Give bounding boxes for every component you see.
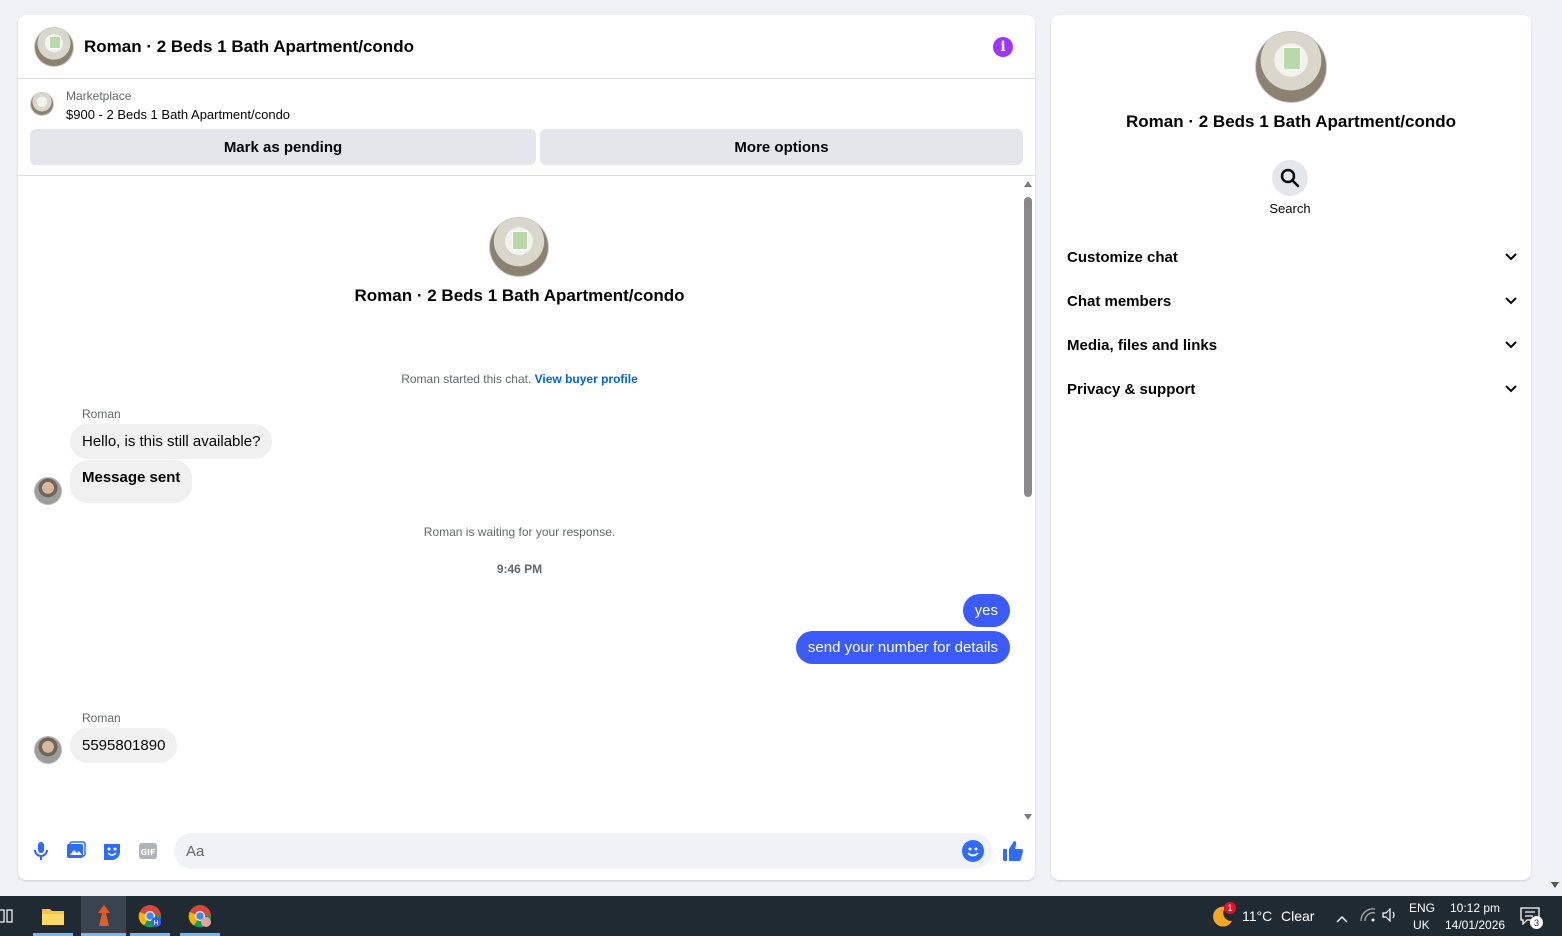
app-icon[interactable] xyxy=(81,896,126,936)
intro-title: Roman · 2 Beds 1 Bath Apartment/condo xyxy=(354,286,685,305)
listing-source: Marketplace xyxy=(66,89,132,103)
section-label: Privacy & support xyxy=(1067,380,1196,398)
section-label: Customize chat xyxy=(1067,248,1178,266)
section-privacy-support[interactable]: Privacy & support xyxy=(1067,369,1517,409)
incoming-message[interactable]: 5595801890 xyxy=(70,728,178,763)
chat-header: Roman · 2 Beds 1 Bath Apartment/condo i xyxy=(18,15,1035,79)
like-thumbs-up-icon[interactable] xyxy=(1002,840,1024,862)
sender-avatar[interactable] xyxy=(34,477,62,505)
weather-text: Clear xyxy=(1281,908,1315,924)
chevron-down-icon xyxy=(1505,341,1517,349)
chrome-icon[interactable] xyxy=(180,896,220,936)
chevron-down-icon xyxy=(1505,253,1517,261)
chrome-icon[interactable]: H xyxy=(130,896,170,936)
chat-window: Roman · 2 Beds 1 Bath Apartment/condo i … xyxy=(18,15,1035,880)
panel-avatar[interactable] xyxy=(1255,31,1327,103)
listing-actions: Mark as pending More options xyxy=(18,125,1035,176)
language-bottom[interactable]: UK xyxy=(1413,918,1430,932)
scroll-thumb[interactable] xyxy=(1024,197,1032,497)
section-media-files-links[interactable]: Media, files and links xyxy=(1067,325,1517,365)
weather-temp: 11°C xyxy=(1242,908,1273,924)
message-composer: GIF xyxy=(18,829,1035,873)
search-icon xyxy=(1280,168,1300,188)
scroll-up-arrow[interactable] xyxy=(1024,181,1032,187)
page-scroll-down-arrow[interactable] xyxy=(1551,882,1559,888)
thread-scrollbar[interactable] xyxy=(1021,177,1035,822)
chevron-down-icon xyxy=(1505,297,1517,305)
listing-title: $900 - 2 Beds 1 Bath Apartment/condo xyxy=(66,107,291,122)
sender-avatar[interactable] xyxy=(34,736,62,764)
clock-date[interactable]: 14/01/2026 xyxy=(1445,918,1505,932)
section-label: Chat members xyxy=(1067,292,1172,310)
section-customize-chat[interactable]: Customize chat xyxy=(1067,237,1517,277)
chevron-up-icon[interactable] xyxy=(1336,910,1348,928)
info-icon[interactable]: i xyxy=(993,37,1013,57)
view-buyer-profile-link[interactable]: View buyer profile xyxy=(535,372,638,386)
more-options-button[interactable]: More options xyxy=(540,129,1023,165)
message-input[interactable] xyxy=(174,833,992,869)
notification-count: 3 xyxy=(1530,916,1543,929)
speaker-icon[interactable] xyxy=(1382,907,1398,927)
wifi-icon[interactable] xyxy=(1360,908,1376,927)
waiting-notice: Roman is waiting for your response. xyxy=(423,525,616,539)
chat-info-panel: Roman · 2 Beds 1 Bath Apartment/condo Se… xyxy=(1051,15,1531,880)
emoji-icon[interactable] xyxy=(962,840,984,862)
outgoing-message[interactable]: send your number for details xyxy=(795,631,1010,664)
outgoing-message[interactable]: yes xyxy=(962,594,1010,627)
svg-text:H: H xyxy=(153,919,158,927)
search-label: Search xyxy=(1269,201,1311,216)
incoming-message[interactable]: Hello, is this still available? xyxy=(70,424,273,459)
panel-title: Roman · 2 Beds 1 Bath Apartment/condo xyxy=(1126,112,1456,131)
message-sent-notice: Message sent xyxy=(70,460,193,503)
file-explorer-icon[interactable] xyxy=(33,896,73,936)
scroll-down-arrow[interactable] xyxy=(1024,814,1032,820)
message-timestamp: 9:46 PM xyxy=(496,562,543,576)
intro-avatar xyxy=(489,217,549,277)
chat-started-notice: Roman started this chat. View buyer prof… xyxy=(18,372,1021,386)
message-thread: Roman · 2 Beds 1 Bath Apartment/condo Ro… xyxy=(18,177,1021,822)
listing-avatar[interactable] xyxy=(34,26,74,67)
photo-icon[interactable] xyxy=(65,840,87,862)
microphone-icon[interactable] xyxy=(30,840,52,862)
sender-name: Roman xyxy=(82,711,121,725)
mark-pending-button[interactable]: Mark as pending xyxy=(30,129,536,165)
search-button[interactable] xyxy=(1272,160,1308,196)
task-view-icon[interactable] xyxy=(0,896,26,936)
weather-widget[interactable]: 1 11°C Clear xyxy=(1210,896,1320,936)
sender-name: Roman xyxy=(82,407,121,421)
section-label: Media, files and links xyxy=(1067,336,1218,354)
taskbar: H 1 11°C Clear ENG UK 10:12 pm 14/01/202… xyxy=(0,896,1562,936)
listing-thumbnail xyxy=(30,92,54,116)
chat-title[interactable]: Roman · 2 Beds 1 Bath Apartment/condo xyxy=(84,37,414,57)
chat-started-text: Roman started this chat. xyxy=(401,372,532,386)
language-top[interactable]: ENG xyxy=(1409,901,1435,915)
gif-icon[interactable]: GIF xyxy=(137,840,159,862)
notification-icon[interactable]: 3 xyxy=(1520,907,1543,930)
clock-time[interactable]: 10:12 pm xyxy=(1450,901,1500,915)
section-chat-members[interactable]: Chat members xyxy=(1067,281,1517,321)
chevron-down-icon xyxy=(1505,385,1517,393)
sticker-icon[interactable] xyxy=(101,840,123,862)
svg-text:GIF: GIF xyxy=(140,848,155,857)
weather-badge: 1 xyxy=(1224,902,1236,914)
listing-summary[interactable]: Marketplace $900 - 2 Beds 1 Bath Apartme… xyxy=(18,79,1035,125)
